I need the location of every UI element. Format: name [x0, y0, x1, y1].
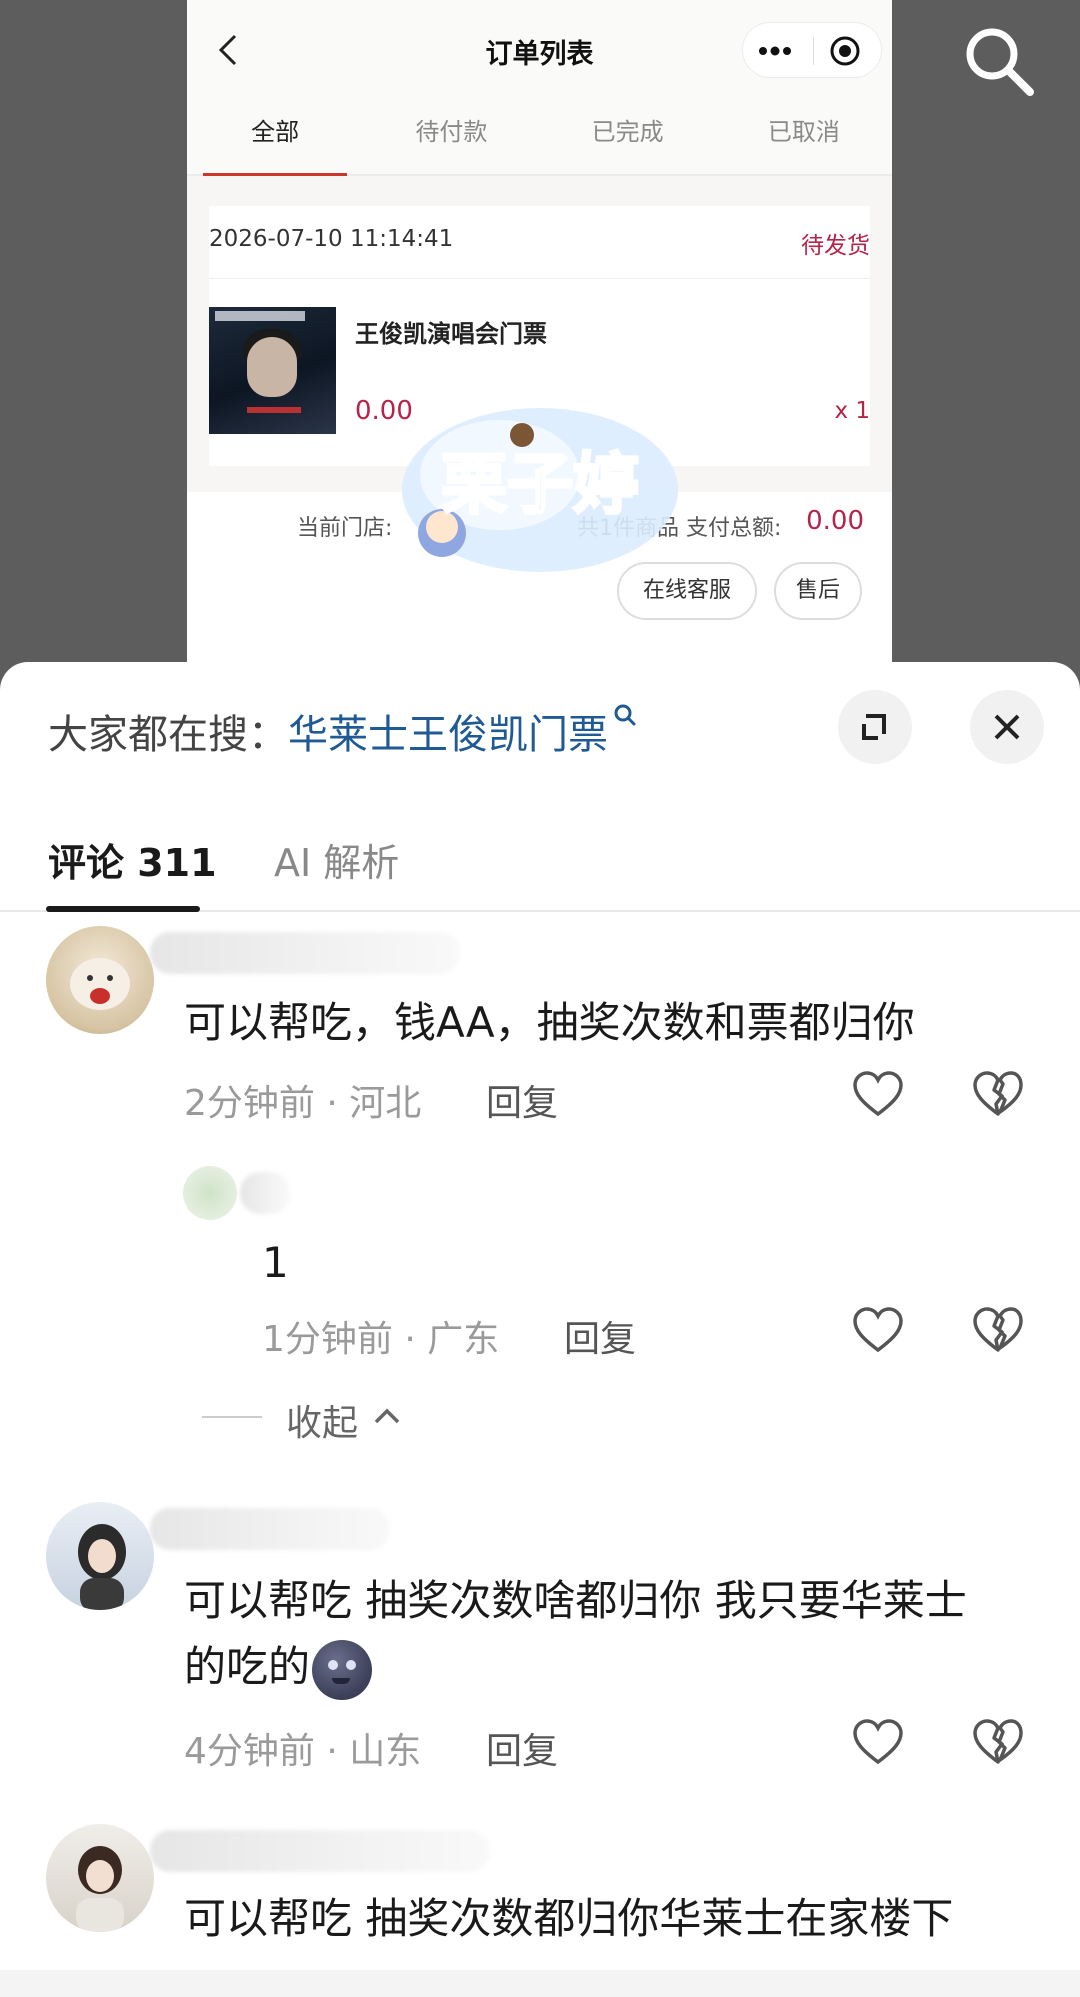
search-icon [614, 704, 636, 726]
tab-cancelled[interactable]: 已取消 [716, 100, 892, 176]
tab-all[interactable]: 全部 [187, 100, 363, 176]
broken-heart-icon[interactable] [972, 1718, 1024, 1766]
reply-button[interactable]: 回复 [486, 1074, 558, 1126]
total-amount: 0.00 [806, 506, 864, 536]
close-icon [994, 714, 1020, 740]
search-icon [966, 28, 1034, 96]
tab-underline [46, 906, 200, 912]
order-card[interactable]: 2026-07-10 11:14:41 待发货 王俊凯演唱会门票 0.00 x … [209, 206, 870, 466]
avatar[interactable] [183, 1166, 237, 1220]
top-search-button[interactable] [960, 22, 1040, 102]
sheet-tabs: 评论 311 AI 解析 [0, 812, 1080, 912]
moon-face-icon [312, 1639, 373, 1700]
tab-pending-payment[interactable]: 待付款 [363, 100, 539, 176]
trending-search-keyword[interactable]: 华莱士王俊凯门票 [288, 712, 608, 758]
product-name: 王俊凯演唱会门票 [355, 320, 547, 348]
expand-button[interactable] [838, 690, 912, 764]
after-sale-button[interactable]: 售后 [774, 562, 862, 620]
username-blurred [150, 1830, 490, 1872]
tab-comments[interactable]: 评论 311 [48, 832, 217, 887]
order-datetime: 2026-07-10 11:14:41 [209, 226, 454, 252]
close-button[interactable] [970, 690, 1044, 764]
order-summary: 当前门店: 共1件商品 支付总额: 0.00 在线客服 售后 [187, 492, 892, 662]
comments-sheet: 大家都在搜：华莱士王俊凯门票 评论 311 AI 解析 [0, 662, 1080, 1997]
comment-time-location: 1分钟前 · 广东 [262, 1319, 500, 1360]
chevron-up-icon[interactable] [370, 1404, 404, 1428]
more-dots-icon[interactable] [757, 41, 793, 61]
comment-text: 可以帮吃 抽奖次数啥都归你 我只要华莱士 [184, 1576, 967, 1625]
trending-search-prefix: 大家都在搜： [48, 712, 288, 758]
divider [209, 278, 870, 279]
target-icon[interactable] [829, 35, 861, 67]
reply-button[interactable]: 回复 [564, 1310, 636, 1362]
broken-heart-icon[interactable] [972, 1306, 1024, 1354]
order-tabs: 全部 待付款 已完成 已取消 [187, 100, 892, 176]
comment-text: 可以帮吃，钱AA，抽奖次数和票都归你 [184, 998, 915, 1047]
trending-search[interactable]: 大家都在搜：华莱士王俊凯门票 [48, 702, 638, 760]
product-thumbnail [209, 307, 336, 434]
order-header: 订单列表 全部 待付款 已完成 已取消 [187, 0, 892, 176]
avatar[interactable] [46, 926, 154, 1034]
username-blurred [150, 932, 460, 974]
heart-icon[interactable] [852, 1718, 904, 1766]
collapse-replies-button[interactable]: 收起 [286, 1394, 358, 1446]
summary-label: 共1件商品 支付总额: [577, 516, 782, 541]
tab-ai-analysis[interactable]: AI 解析 [274, 832, 399, 887]
store-label: 当前门店: [297, 516, 393, 541]
order-list-screenshot: 订单列表 全部 待付款 已完成 已取消 2026-07-10 11:14:41 [187, 0, 892, 700]
broken-heart-icon[interactable] [972, 1070, 1024, 1118]
comment-text: 可以帮吃 抽奖次数都归你华莱士在家楼下 [184, 1894, 954, 1943]
username-blurred [150, 1508, 390, 1550]
comment-time-location: 4分钟前 · 山东 [184, 1731, 422, 1772]
avatar[interactable] [46, 1824, 154, 1932]
comment-text: 的吃的 [184, 1642, 311, 1691]
bottom-input-bar[interactable] [0, 1970, 1080, 1997]
product-quantity: x 1 [834, 398, 870, 424]
tab-completed[interactable]: 已完成 [540, 100, 716, 176]
online-service-button[interactable]: 在线客服 [617, 562, 757, 620]
heart-icon[interactable] [852, 1306, 904, 1354]
comment-time-location: 2分钟前 · 河北 [184, 1083, 422, 1124]
avatar[interactable] [46, 1502, 154, 1610]
username-blurred [240, 1172, 290, 1214]
product-price: 0.00 [355, 396, 413, 426]
expand-icon [862, 714, 886, 740]
miniprogram-capsule [742, 22, 882, 78]
collapse-divider [202, 1416, 262, 1418]
comment-text: 1 [262, 1238, 289, 1287]
reply-button[interactable]: 回复 [486, 1722, 558, 1774]
capsule-divider [813, 37, 814, 65]
comment-text-line2: 的吃的 [184, 1634, 373, 1700]
order-status: 待发货 [801, 233, 870, 259]
heart-icon[interactable] [852, 1070, 904, 1118]
